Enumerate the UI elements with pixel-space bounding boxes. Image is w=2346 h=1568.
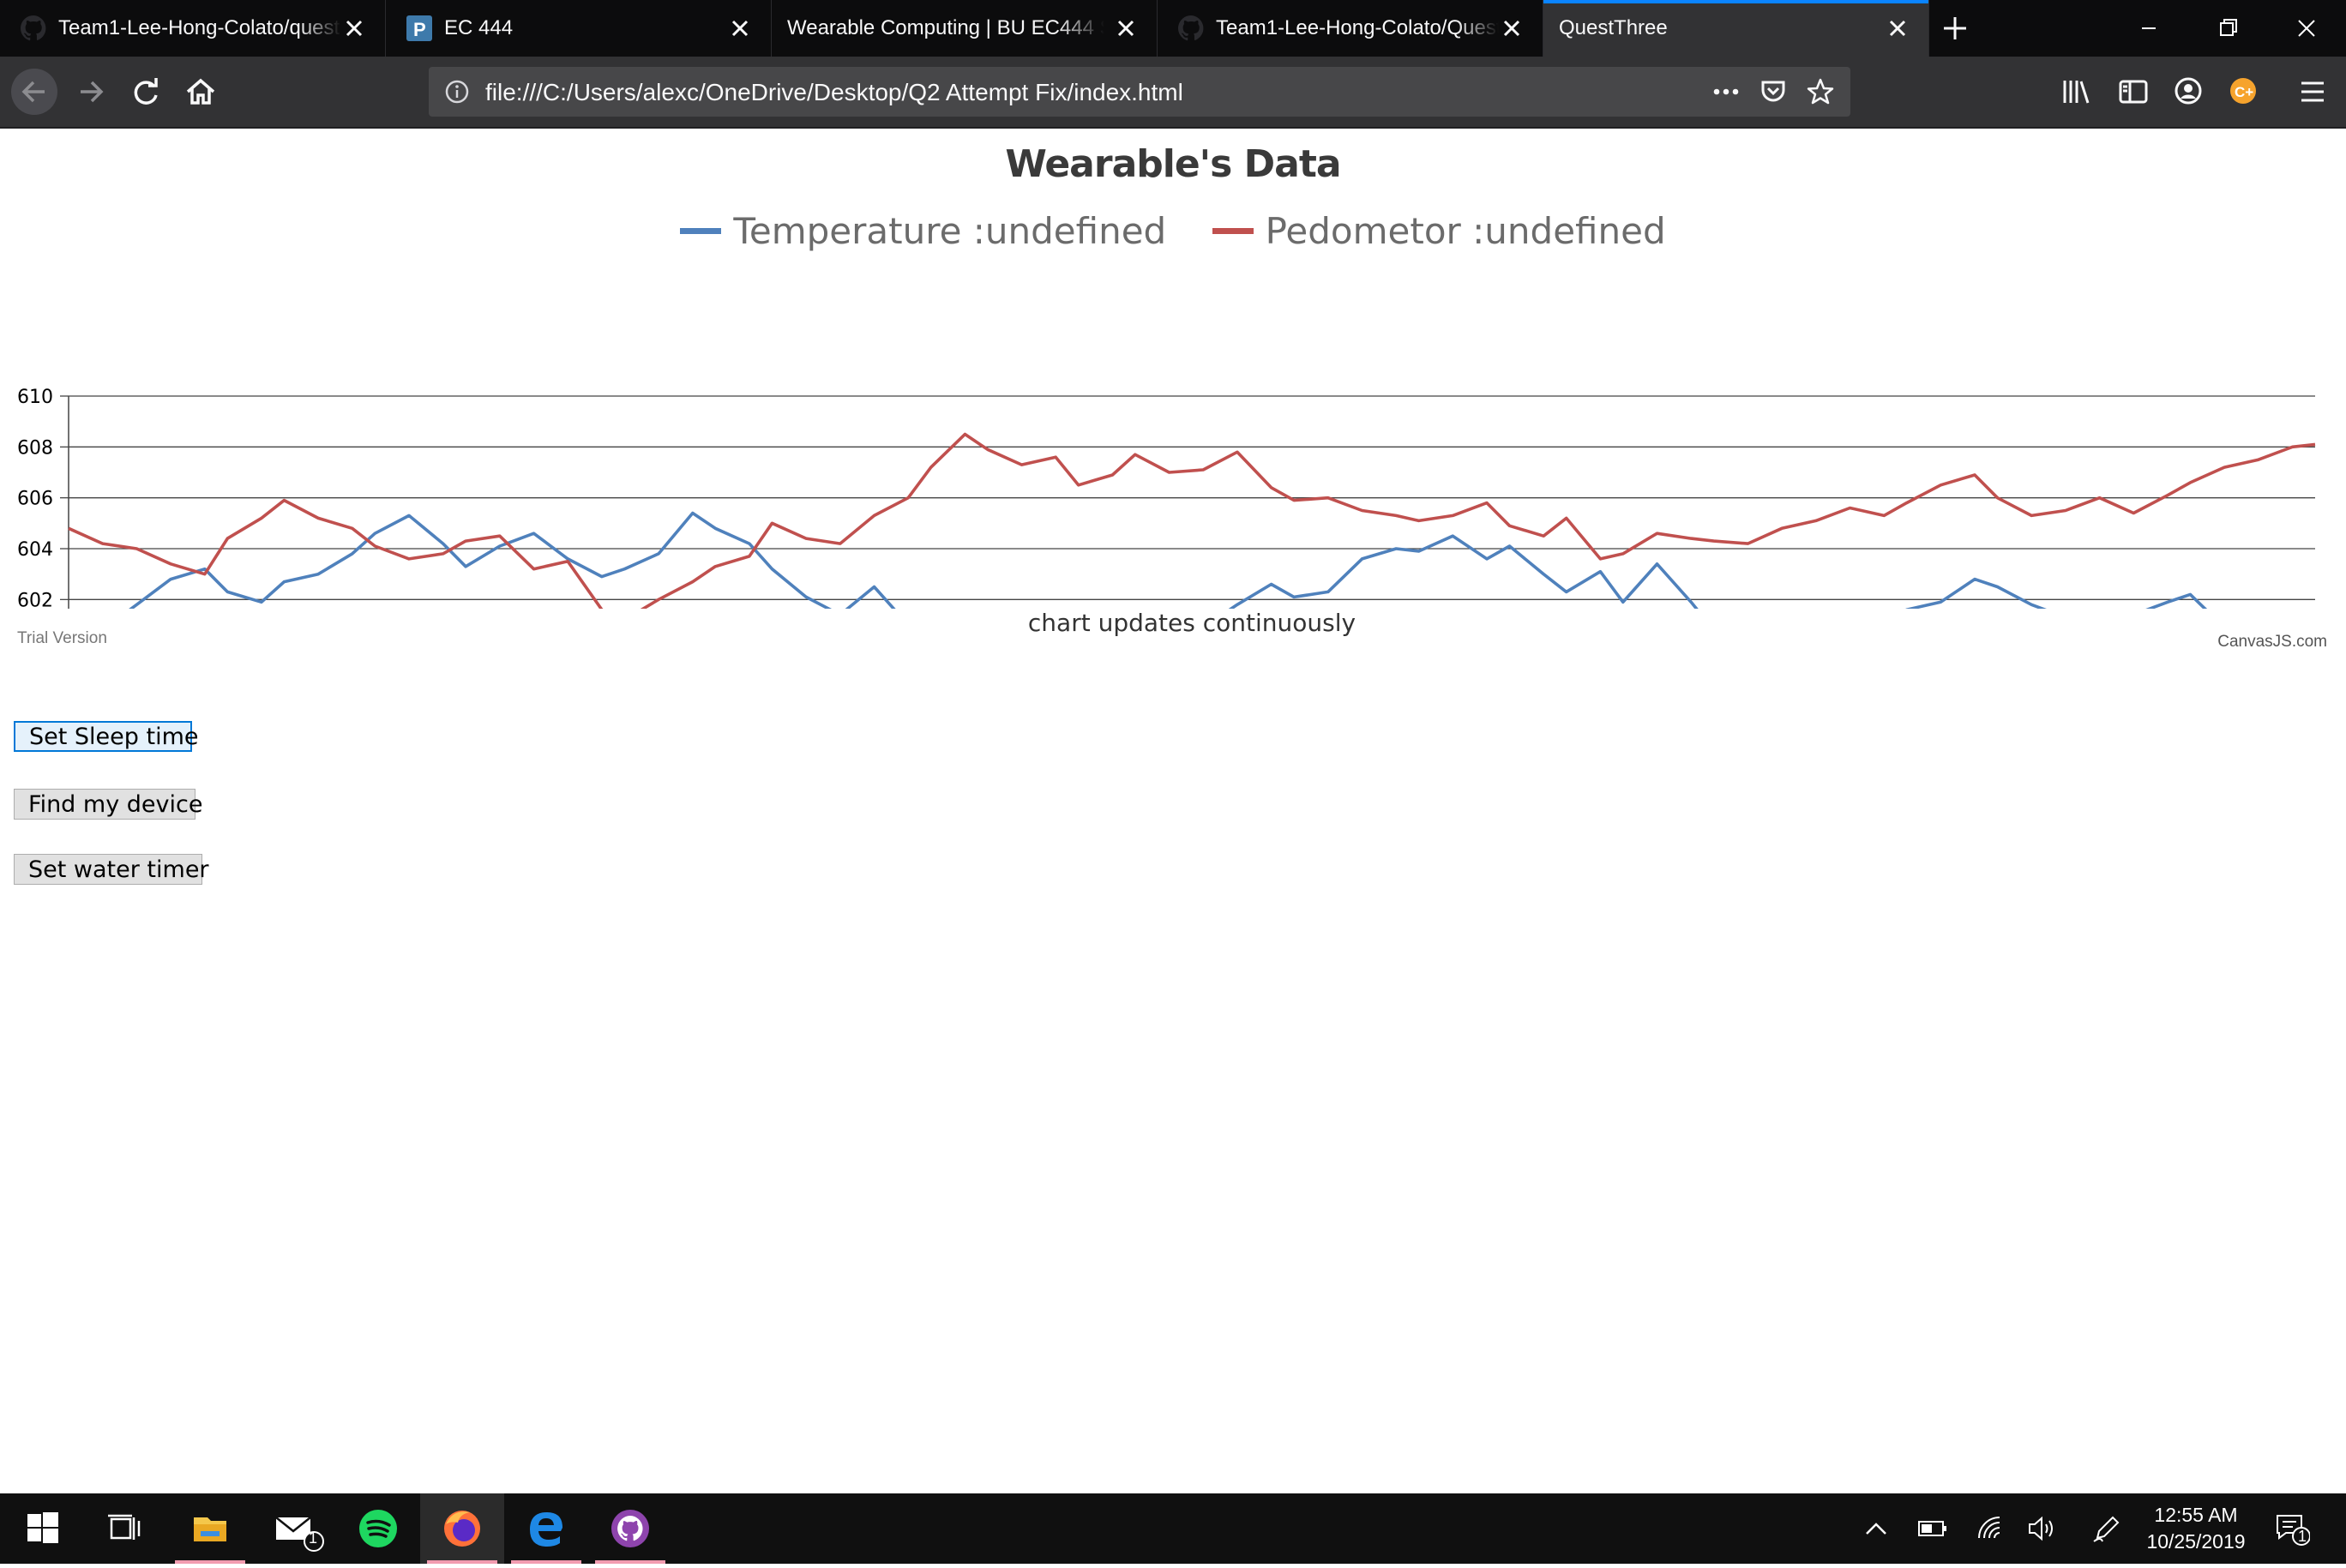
piazza-icon: P — [406, 15, 432, 41]
running-indicator — [595, 1560, 665, 1564]
firefox-icon — [444, 1511, 480, 1547]
find-my-device-button[interactable]: Find my device — [14, 789, 202, 820]
legend-swatch — [1212, 228, 1254, 234]
line-chart[interactable]: 59860060260460660861009:32 AM09:34 AM09:… — [0, 257, 2346, 609]
clock-time: 12:55 AM — [2154, 1504, 2238, 1526]
canvasjs-credit-link[interactable]: CanvasJS.com — [2217, 633, 2327, 652]
close-icon[interactable] — [1500, 16, 1524, 40]
github-icon — [21, 15, 46, 41]
svg-text:P: P — [413, 19, 426, 40]
tab-ec444[interactable]: P EC 444 — [386, 0, 772, 57]
set-sleep-time-button[interactable]: Set Sleep time — [14, 721, 199, 752]
running-indicator — [427, 1560, 497, 1564]
forward-icon[interactable] — [67, 68, 115, 116]
tab-label: EC 444 — [444, 16, 514, 39]
task-view-icon[interactable] — [82, 1493, 166, 1564]
close-icon[interactable] — [342, 16, 366, 40]
extension-icon[interactable]: C+ — [2228, 75, 2259, 106]
clock-date: 10/25/2019 — [2146, 1530, 2246, 1553]
back-icon[interactable] — [10, 68, 58, 116]
trial-version-label: Trial Version — [17, 629, 107, 647]
close-icon[interactable] — [1114, 16, 1138, 40]
volume-icon[interactable] — [2027, 1514, 2058, 1543]
file-explorer-icon — [194, 1517, 226, 1541]
page-content: Wearable's Data Temperature :undefined P… — [0, 129, 2346, 1493]
github-icon — [1178, 15, 1204, 41]
series-line-temperature — [129, 511, 2208, 609]
legend-item-temperature[interactable]: Temperature :undefined — [680, 210, 1166, 252]
tab-bar: Team1-Lee-Hong-Colato/quest P EC 444 Wea… — [0, 0, 2346, 57]
tab-label: Wearable Computing | BU EC444 Sp — [787, 16, 1104, 39]
info-icon[interactable] — [444, 79, 470, 105]
windows-taskbar: 1 12:55 AM 10/25/2019 1 — [0, 1493, 2346, 1564]
set-water-timer-button[interactable]: Set water timer — [14, 854, 209, 885]
url-bar[interactable]: file:///C:/Users/alexc/OneDrive/Desktop/… — [429, 67, 1850, 117]
system-clock[interactable]: 12:55 AM 10/25/2019 — [2132, 1502, 2260, 1555]
home-icon[interactable] — [177, 68, 225, 116]
chart-subtitle: chart updates continuously — [1027, 609, 1356, 637]
sidebar-icon[interactable] — [2118, 77, 2149, 106]
series-line-pedometor — [68, 432, 2316, 609]
mail-taskbar-button[interactable]: 1 — [252, 1493, 336, 1564]
legend-swatch — [680, 228, 722, 234]
pocket-icon[interactable] — [1760, 78, 1787, 105]
chart-legend: Temperature :undefined Pedometor :undefi… — [0, 201, 2346, 252]
y-tick-label: 608 — [17, 437, 53, 459]
url-text[interactable]: file:///C:/Users/alexc/OneDrive/Desktop/… — [485, 79, 1183, 106]
close-icon[interactable] — [1886, 16, 1910, 40]
windows-start-icon[interactable] — [0, 1493, 84, 1564]
tab-github-quest-2[interactable]: Team1-Lee-Hong-Colato/Quest — [1158, 0, 1543, 57]
y-tick-label: 604 — [17, 539, 53, 561]
legend-label: Temperature :undefined — [733, 210, 1167, 252]
wifi-icon[interactable] — [1976, 1514, 2005, 1543]
y-tick-label: 606 — [17, 489, 53, 510]
file-explorer-taskbar-button[interactable] — [168, 1493, 252, 1564]
firefox-taskbar-button[interactable] — [420, 1493, 504, 1564]
spotify-icon[interactable] — [336, 1493, 420, 1564]
github-desktop-taskbar-button[interactable] — [588, 1493, 672, 1564]
svg-text:C+: C+ — [2235, 84, 2253, 100]
legend-label: Pedometor :undefined — [1265, 210, 1666, 252]
battery-icon[interactable] — [1917, 1517, 1948, 1540]
nav-toolbar: file:///C:/Users/alexc/OneDrive/Desktop/… — [0, 57, 2346, 129]
chart-title: Wearable's Data — [1005, 142, 1341, 186]
running-indicator — [511, 1560, 581, 1564]
reload-icon[interactable] — [122, 68, 170, 116]
menu-icon[interactable] — [2298, 77, 2327, 106]
restore-icon[interactable] — [2188, 0, 2267, 57]
edge-taskbar-button[interactable] — [504, 1493, 588, 1564]
bookmark-star-icon[interactable] — [1806, 77, 1835, 106]
account-icon[interactable] — [2173, 75, 2204, 106]
new-tab-icon[interactable] — [1941, 15, 1969, 42]
legend-item-pedometor[interactable]: Pedometor :undefined — [1212, 210, 1666, 252]
library-icon[interactable] — [2061, 77, 2092, 106]
tab-github-quest[interactable]: Team1-Lee-Hong-Colato/quest — [0, 0, 386, 57]
mail-icon — [275, 1517, 324, 1552]
edge-icon — [530, 1512, 562, 1547]
tab-label: Team1-Lee-Hong-Colato/Quest — [1216, 16, 1499, 39]
github-desktop-icon — [611, 1510, 649, 1547]
window-close-icon[interactable] — [2267, 0, 2346, 57]
page-actions-icon[interactable] — [1711, 81, 1741, 103]
y-tick-label: 602 — [17, 590, 53, 609]
notification-badge: 1 — [2298, 1528, 2307, 1545]
running-indicator — [175, 1560, 245, 1564]
minimize-icon[interactable] — [2109, 0, 2188, 57]
mail-badge: 1 — [309, 1529, 318, 1547]
tab-questthree[interactable]: QuestThree — [1543, 0, 1929, 57]
chevron-up-icon[interactable] — [1864, 1517, 1888, 1540]
y-tick-label: 610 — [17, 387, 53, 408]
tab-label: Team1-Lee-Hong-Colato/quest — [58, 16, 340, 39]
tab-label: QuestThree — [1559, 16, 1668, 39]
tab-wearable-computing[interactable]: Wearable Computing | BU EC444 Sp — [772, 0, 1158, 57]
close-icon[interactable] — [728, 16, 752, 40]
pen-workspace-icon[interactable] — [2090, 1512, 2121, 1545]
